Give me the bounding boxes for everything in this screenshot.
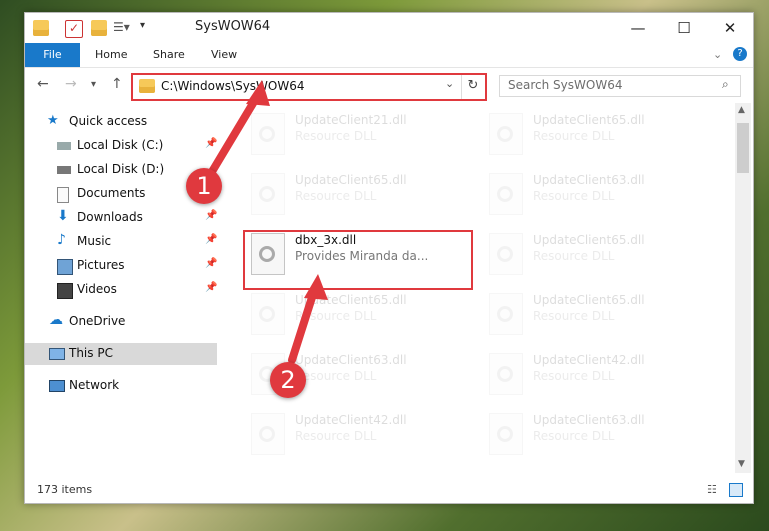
arrow-1 bbox=[206, 91, 262, 179]
arrow-1-head bbox=[246, 80, 270, 106]
step-2-badge: 2 bbox=[270, 362, 306, 398]
annotation-arrows bbox=[206, 80, 328, 364]
step-1-badge: 1 bbox=[186, 168, 222, 204]
arrow-2 bbox=[288, 284, 319, 364]
arrow-2-head bbox=[304, 274, 328, 300]
